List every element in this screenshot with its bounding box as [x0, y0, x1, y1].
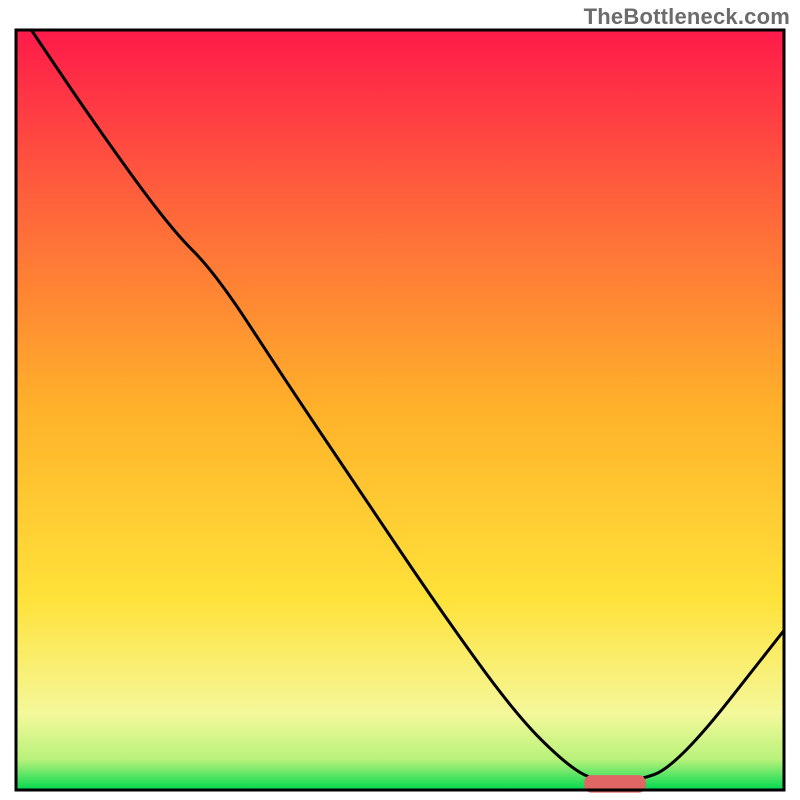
bottleneck-chart [0, 0, 800, 800]
plot-background [16, 30, 784, 790]
chart-container: TheBottleneck.com [0, 0, 800, 800]
